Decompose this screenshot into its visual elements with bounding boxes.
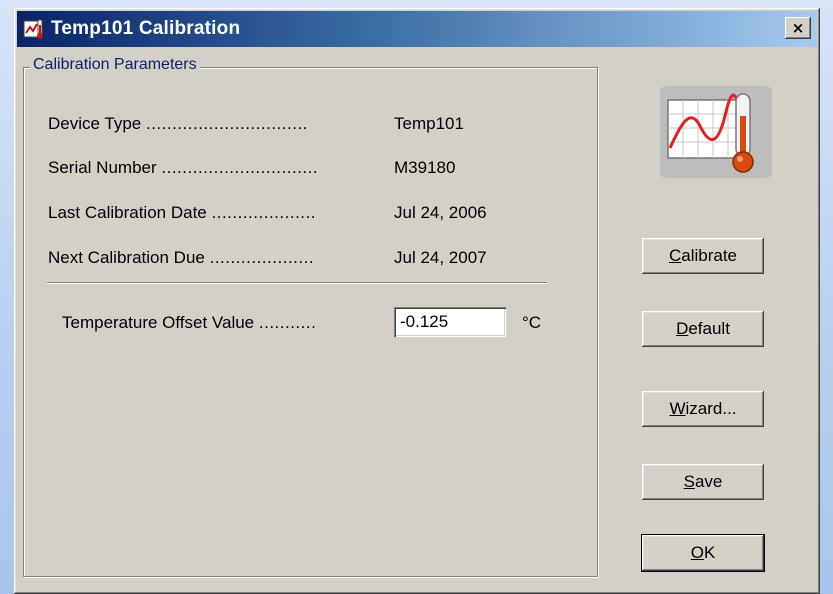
default-button[interactable]: Default — [642, 311, 764, 347]
device-type-value: Temp101 — [394, 114, 464, 133]
save-button[interactable]: Save — [642, 464, 764, 500]
button-label: izard... — [685, 399, 737, 418]
temperature-offset-input[interactable] — [394, 307, 506, 337]
button-label: ave — [694, 472, 723, 491]
button-label: efault — [688, 319, 730, 338]
calibration-chart-thermometer-icon — [660, 86, 772, 178]
field-label-text: Last Calibration Date — [48, 203, 207, 222]
accelerator-key: O — [690, 543, 704, 562]
leader-dots: .................... — [209, 248, 315, 267]
last-calibration-date-label: Last Calibration Date ..................… — [48, 203, 316, 223]
leader-dots: ............................... — [145, 114, 308, 133]
title-bar[interactable]: Temp101 Calibration × — [17, 11, 817, 47]
offset-unit-label: °C — [522, 313, 542, 332]
leader-dots: .............................. — [161, 158, 319, 177]
accelerator-key: S — [683, 472, 695, 491]
leader-dots: .................... — [211, 203, 316, 222]
ok-button[interactable]: OK — [641, 534, 765, 572]
temperature-offset-label: Temperature Offset Value ........... — [62, 313, 316, 333]
accelerator-key: D — [676, 319, 689, 338]
close-icon: × — [791, 19, 805, 37]
field-label-text: Serial Number — [48, 158, 157, 177]
wizard-button[interactable]: Wizard... — [642, 391, 764, 427]
next-calibration-due-value: Jul 24, 2007 — [394, 248, 487, 267]
next-calibration-due-label: Next Calibration Due ...................… — [48, 248, 314, 268]
group-label: Calibration Parameters — [30, 56, 200, 74]
accelerator-key: C — [668, 246, 682, 265]
accelerator-key: W — [669, 399, 686, 418]
last-calibration-date-value: Jul 24, 2006 — [394, 203, 487, 222]
serial-number-value: M39180 — [394, 158, 456, 177]
close-button[interactable]: × — [785, 17, 811, 39]
field-label-text: Next Calibration Due — [48, 248, 205, 267]
button-label: alibrate — [681, 246, 738, 265]
window-title: Temp101 Calibration — [51, 18, 241, 39]
logo-graphic — [667, 93, 754, 173]
field-label-text: Device Type — [48, 114, 142, 133]
field-label-text: Temperature Offset Value — [62, 313, 255, 332]
button-label: K — [703, 543, 716, 562]
separator-line — [47, 282, 547, 284]
chart-thermometer-icon — [23, 19, 43, 39]
serial-number-label: Serial Number ..........................… — [48, 158, 318, 178]
device-type-label: Device Type ............................… — [48, 114, 308, 134]
calibrate-button[interactable]: Calibrate — [642, 238, 764, 274]
leader-dots: ........... — [258, 313, 317, 332]
